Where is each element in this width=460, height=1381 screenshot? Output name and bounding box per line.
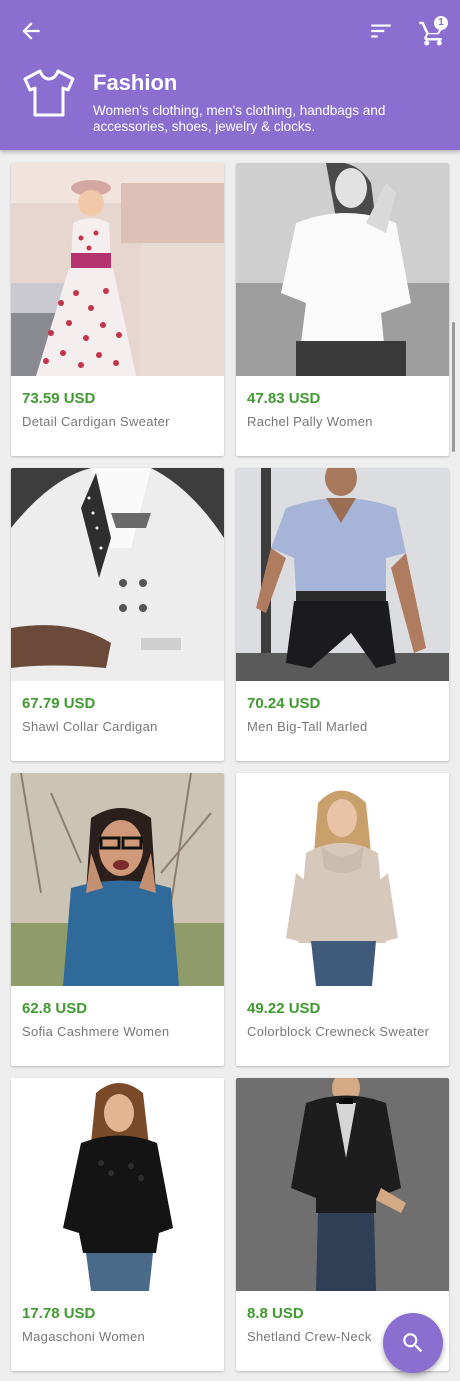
product-card[interactable]: 67.79 USD Shawl Collar Cardigan xyxy=(11,468,224,761)
product-price: 67.79 USD xyxy=(22,695,96,712)
arrow-back-icon[interactable] xyxy=(18,18,44,44)
product-name: Colorblock Crewneck Sweater xyxy=(247,1024,430,1039)
category-title: Fashion xyxy=(93,70,178,95)
product-price: 17.78 USD xyxy=(22,1305,96,1322)
category-description: Women's clothing, men's clothing, handba… xyxy=(93,103,386,134)
scrollbar[interactable] xyxy=(452,322,455,452)
product-name: Rachel Pally Women xyxy=(247,414,373,429)
tshirt-icon xyxy=(23,69,75,117)
product-card[interactable]: 62.8 USD Sofia Cashmere Women xyxy=(11,773,224,1066)
product-card[interactable]: 73.59 USD Detail Cardigan Sweater xyxy=(11,163,224,456)
product-image xyxy=(11,163,224,376)
product-image xyxy=(236,773,449,986)
product-name: Sofia Cashmere Women xyxy=(22,1024,170,1039)
product-image xyxy=(236,1078,449,1291)
product-price: 47.83 USD xyxy=(247,390,321,407)
sort-icon[interactable] xyxy=(368,18,394,44)
product-name: Magaschoni Women xyxy=(22,1329,146,1344)
product-name: Men Big-Tall Marled xyxy=(247,719,368,734)
product-name: Shetland Crew-Neck xyxy=(247,1329,372,1344)
search-icon xyxy=(403,1333,423,1353)
product-card[interactable]: 17.78 USD Magaschoni Women xyxy=(11,1078,224,1371)
product-card[interactable]: 70.24 USD Men Big-Tall Marled xyxy=(236,468,449,761)
product-image xyxy=(11,773,224,986)
product-price: 62.8 USD xyxy=(22,1000,88,1017)
app-bar: 1 Fashion Women's clothing, men's clothi… xyxy=(0,0,460,150)
product-name: Detail Cardigan Sweater xyxy=(22,414,170,429)
product-image xyxy=(236,163,449,376)
product-price: 8.8 USD xyxy=(247,1305,304,1322)
cart-button[interactable]: 1 xyxy=(418,16,448,46)
product-image xyxy=(11,468,224,681)
product-name: Shawl Collar Cardigan xyxy=(22,719,158,734)
search-fab-button[interactable] xyxy=(383,1313,443,1373)
product-image xyxy=(11,1078,224,1291)
product-price: 73.59 USD xyxy=(22,390,96,407)
product-card[interactable]: 47.83 USD Rachel Pally Women xyxy=(236,163,449,456)
product-image xyxy=(236,468,449,681)
product-card[interactable]: 49.22 USD Colorblock Crewneck Sweater xyxy=(236,773,449,1066)
cart-count-badge: 1 xyxy=(434,16,448,30)
product-price: 70.24 USD xyxy=(247,695,321,712)
product-price: 49.22 USD xyxy=(247,1000,321,1017)
